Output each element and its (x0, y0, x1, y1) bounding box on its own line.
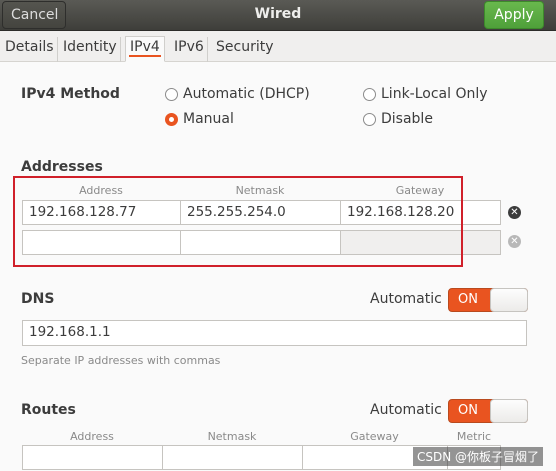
radio-unchecked-icon (363, 112, 376, 126)
delete-address-button[interactable]: ✕ (508, 206, 521, 219)
dns-hint: Separate IP addresses with commas (21, 354, 221, 367)
addresses-label: Addresses (21, 159, 103, 175)
routes-automatic-label: Automatic (370, 402, 442, 418)
routes-toggle-on-label: ON (458, 403, 478, 418)
apply-button[interactable]: Apply (484, 1, 544, 29)
tab-bar: Details Identity IPv4 IPv6 Security (0, 31, 556, 62)
route-address-field[interactable] (22, 445, 163, 470)
radio-disable[interactable]: Disable (363, 111, 433, 127)
route-netmask-field[interactable] (162, 445, 303, 470)
tab-details[interactable]: Details (2, 37, 58, 62)
radio-manual-label: Manual (183, 111, 234, 127)
tab-identity-label: Identity (63, 39, 117, 55)
tab-ipv4-label: IPv4 (129, 39, 161, 57)
tab-security[interactable]: Security (213, 37, 277, 62)
watermark: CSDN @你板子冒烟了 (413, 447, 544, 466)
highlight-box (13, 176, 463, 267)
radio-link-local-only[interactable]: Link-Local Only (363, 86, 488, 102)
tab-ipv4[interactable]: IPv4 (125, 36, 165, 62)
tab-identity[interactable]: Identity (60, 37, 121, 62)
dns-automatic-label: Automatic (370, 291, 442, 307)
tab-security-label: Security (216, 39, 274, 55)
dialog-title: Wired (254, 6, 302, 22)
radio-unchecked-icon (363, 87, 376, 101)
dns-servers-field[interactable]: 192.168.1.1 (22, 320, 527, 346)
radio-checked-icon (165, 112, 178, 126)
radio-manual[interactable]: Manual (165, 111, 234, 127)
header-bar: Cancel Wired Apply (0, 0, 556, 31)
tab-ipv6-label: IPv6 (174, 39, 204, 55)
routes-automatic-toggle[interactable]: ON (448, 399, 528, 423)
route-netmask-column-header: Netmask (207, 430, 257, 443)
dns-label: DNS (21, 291, 55, 307)
toggle-knob (490, 399, 528, 423)
ipv4-method-label: IPv4 Method (21, 86, 120, 102)
tab-details-label: Details (5, 39, 54, 55)
radio-link-local-only-label: Link-Local Only (381, 86, 488, 102)
dns-toggle-on-label: ON (458, 292, 478, 307)
route-metric-column-header: Metric (456, 430, 492, 443)
route-address-column-header: Address (70, 430, 114, 443)
route-gateway-column-header: Gateway (350, 430, 399, 443)
radio-automatic-dhcp-label: Automatic (DHCP) (183, 86, 310, 102)
routes-label: Routes (21, 402, 76, 418)
delete-address-button-disabled[interactable]: ✕ (508, 235, 521, 248)
dns-automatic-toggle[interactable]: ON (448, 288, 528, 312)
toggle-knob (490, 288, 528, 312)
radio-automatic-dhcp[interactable]: Automatic (DHCP) (165, 86, 310, 102)
radio-unchecked-icon (165, 87, 178, 101)
radio-disable-label: Disable (381, 111, 433, 127)
tab-ipv6[interactable]: IPv6 (171, 37, 208, 62)
